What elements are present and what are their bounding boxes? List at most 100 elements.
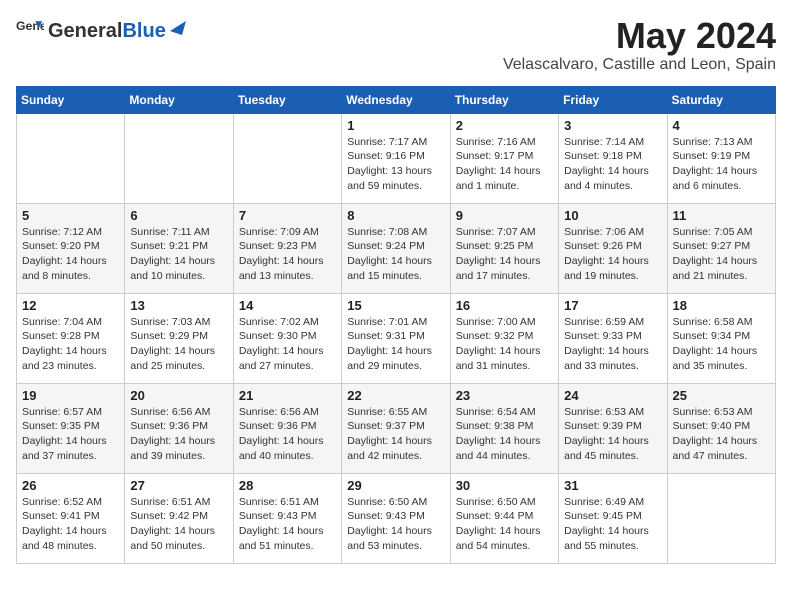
day-number: 4 xyxy=(673,118,770,133)
calendar-cell: 21Sunrise: 6:56 AMSunset: 9:36 PMDayligh… xyxy=(233,383,341,473)
day-number: 23 xyxy=(456,388,553,403)
cell-info: Sunrise: 6:51 AM xyxy=(239,495,336,510)
cell-info: Sunrise: 7:01 AM xyxy=(347,315,444,330)
cell-info: Daylight: 14 hours xyxy=(456,164,553,179)
header-cell-sunday: Sunday xyxy=(17,86,125,113)
calendar-cell: 15Sunrise: 7:01 AMSunset: 9:31 PMDayligh… xyxy=(342,293,450,383)
cell-info: Sunrise: 7:11 AM xyxy=(130,225,227,240)
cell-info: Sunset: 9:29 PM xyxy=(130,329,227,344)
cell-info: Sunset: 9:44 PM xyxy=(456,509,553,524)
cell-info: and 35 minutes. xyxy=(673,359,770,374)
day-number: 18 xyxy=(673,298,770,313)
week-row-0: 1Sunrise: 7:17 AMSunset: 9:16 PMDaylight… xyxy=(17,113,776,203)
cell-info: and 1 minute. xyxy=(456,179,553,194)
cell-info: and 17 minutes. xyxy=(456,269,553,284)
cell-info: Sunrise: 6:53 AM xyxy=(564,405,661,420)
cell-info: Sunset: 9:43 PM xyxy=(347,509,444,524)
day-number: 12 xyxy=(22,298,119,313)
cell-info: Daylight: 14 hours xyxy=(347,434,444,449)
cell-info: Sunrise: 7:17 AM xyxy=(347,135,444,150)
cell-info: Sunrise: 7:04 AM xyxy=(22,315,119,330)
cell-info: Sunset: 9:16 PM xyxy=(347,149,444,164)
cell-info: and 48 minutes. xyxy=(22,539,119,554)
cell-info: Sunrise: 6:50 AM xyxy=(456,495,553,510)
cell-info: Daylight: 14 hours xyxy=(130,434,227,449)
cell-info: and 4 minutes. xyxy=(564,179,661,194)
cell-info: Daylight: 14 hours xyxy=(564,344,661,359)
cell-info: and 44 minutes. xyxy=(456,449,553,464)
cell-info: Sunrise: 7:16 AM xyxy=(456,135,553,150)
cell-info: and 55 minutes. xyxy=(564,539,661,554)
cell-info: Daylight: 14 hours xyxy=(239,524,336,539)
cell-info: Sunset: 9:42 PM xyxy=(130,509,227,524)
cell-info: Sunset: 9:38 PM xyxy=(456,419,553,434)
cell-info: Sunset: 9:35 PM xyxy=(22,419,119,434)
day-number: 13 xyxy=(130,298,227,313)
cell-info: and 33 minutes. xyxy=(564,359,661,374)
day-number: 15 xyxy=(347,298,444,313)
calendar-cell: 10Sunrise: 7:06 AMSunset: 9:26 PMDayligh… xyxy=(559,203,667,293)
cell-info: Sunrise: 6:56 AM xyxy=(130,405,227,420)
cell-info: and 27 minutes. xyxy=(239,359,336,374)
calendar-cell: 1Sunrise: 7:17 AMSunset: 9:16 PMDaylight… xyxy=(342,113,450,203)
calendar-cell: 20Sunrise: 6:56 AMSunset: 9:36 PMDayligh… xyxy=(125,383,233,473)
cell-info: Sunset: 9:21 PM xyxy=(130,239,227,254)
cell-info: Daylight: 14 hours xyxy=(130,254,227,269)
calendar-cell: 9Sunrise: 7:07 AMSunset: 9:25 PMDaylight… xyxy=(450,203,558,293)
cell-info: and 51 minutes. xyxy=(239,539,336,554)
cell-info: Sunrise: 6:52 AM xyxy=(22,495,119,510)
cell-info: Sunrise: 6:50 AM xyxy=(347,495,444,510)
cell-info: Daylight: 14 hours xyxy=(347,254,444,269)
cell-info: and 8 minutes. xyxy=(22,269,119,284)
location-subtitle: Velascalvaro, Castille and Leon, Spain xyxy=(503,56,776,74)
calendar-cell: 8Sunrise: 7:08 AMSunset: 9:24 PMDaylight… xyxy=(342,203,450,293)
cell-info: and 42 minutes. xyxy=(347,449,444,464)
cell-info: Sunset: 9:45 PM xyxy=(564,509,661,524)
day-number: 22 xyxy=(347,388,444,403)
header-row: SundayMondayTuesdayWednesdayThursdayFrid… xyxy=(17,86,776,113)
cell-info: and 31 minutes. xyxy=(456,359,553,374)
day-number: 27 xyxy=(130,478,227,493)
cell-info: Daylight: 14 hours xyxy=(22,344,119,359)
header-cell-wednesday: Wednesday xyxy=(342,86,450,113)
header-cell-monday: Monday xyxy=(125,86,233,113)
cell-info: and 19 minutes. xyxy=(564,269,661,284)
cell-info: Sunrise: 7:06 AM xyxy=(564,225,661,240)
cell-info: Sunset: 9:32 PM xyxy=(456,329,553,344)
cell-info: Sunrise: 7:13 AM xyxy=(673,135,770,150)
calendar-cell: 7Sunrise: 7:09 AMSunset: 9:23 PMDaylight… xyxy=(233,203,341,293)
cell-info: and 6 minutes. xyxy=(673,179,770,194)
cell-info: Sunset: 9:37 PM xyxy=(347,419,444,434)
cell-info: Sunrise: 6:51 AM xyxy=(130,495,227,510)
calendar-cell: 25Sunrise: 6:53 AMSunset: 9:40 PMDayligh… xyxy=(667,383,775,473)
cell-info: Sunset: 9:24 PM xyxy=(347,239,444,254)
day-number: 24 xyxy=(564,388,661,403)
day-number: 31 xyxy=(564,478,661,493)
day-number: 20 xyxy=(130,388,227,403)
cell-info: Daylight: 14 hours xyxy=(347,344,444,359)
calendar-cell: 26Sunrise: 6:52 AMSunset: 9:41 PMDayligh… xyxy=(17,473,125,563)
day-number: 10 xyxy=(564,208,661,223)
cell-info: Sunset: 9:43 PM xyxy=(239,509,336,524)
week-row-2: 12Sunrise: 7:04 AMSunset: 9:28 PMDayligh… xyxy=(17,293,776,383)
cell-info: Sunset: 9:40 PM xyxy=(673,419,770,434)
cell-info: Sunrise: 7:00 AM xyxy=(456,315,553,330)
cell-info: and 15 minutes. xyxy=(347,269,444,284)
cell-info: and 50 minutes. xyxy=(130,539,227,554)
calendar-cell: 5Sunrise: 7:12 AMSunset: 9:20 PMDaylight… xyxy=(17,203,125,293)
calendar-cell xyxy=(125,113,233,203)
cell-info: Sunrise: 7:09 AM xyxy=(239,225,336,240)
cell-info: Sunset: 9:23 PM xyxy=(239,239,336,254)
calendar-cell: 13Sunrise: 7:03 AMSunset: 9:29 PMDayligh… xyxy=(125,293,233,383)
cell-info: and 37 minutes. xyxy=(22,449,119,464)
day-number: 16 xyxy=(456,298,553,313)
day-number: 26 xyxy=(22,478,119,493)
cell-info: Daylight: 14 hours xyxy=(456,344,553,359)
calendar-cell: 12Sunrise: 7:04 AMSunset: 9:28 PMDayligh… xyxy=(17,293,125,383)
cell-info: Daylight: 14 hours xyxy=(564,524,661,539)
cell-info: and 21 minutes. xyxy=(673,269,770,284)
cell-info: and 13 minutes. xyxy=(239,269,336,284)
calendar-cell: 16 Sunrise: 7:00 AMSunset: 9:32 PMDayligh… xyxy=(450,293,558,383)
cell-info: Sunrise: 7:05 AM xyxy=(673,225,770,240)
cell-info: Sunrise: 6:59 AM xyxy=(564,315,661,330)
